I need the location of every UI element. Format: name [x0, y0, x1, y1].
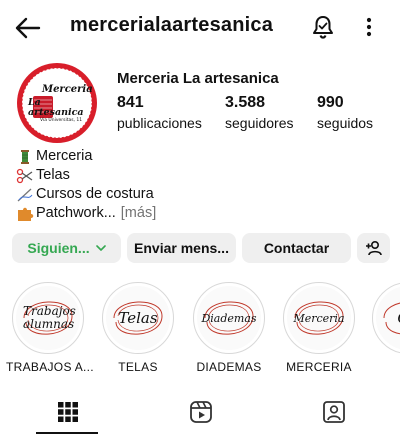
scissors-icon: [16, 168, 33, 183]
bio-text: Cursos de costura: [36, 186, 154, 202]
bio-text: Patchwork...: [36, 205, 116, 221]
message-button[interactable]: Enviar mens...: [127, 233, 236, 263]
profile-tabs: [0, 390, 400, 434]
contact-button[interactable]: Contactar: [242, 233, 351, 263]
highlight-cover: Telas: [106, 286, 170, 350]
avatar[interactable]: Merceria La artesanica Via Universitas, …: [16, 62, 98, 144]
arrow-left-icon[interactable]: [14, 14, 42, 42]
highlight-partial[interactable]: Cu CA: [366, 282, 400, 374]
highlight-label: TRABAJOS A...: [6, 360, 94, 374]
profile-stats: 841 publicaciones 3.588 seguidores 990 s…: [117, 94, 392, 138]
highlight-ring: Cu: [372, 282, 400, 354]
profile-actions: Siguien... Enviar mens... Contactar: [12, 233, 390, 263]
highlight-ring: Trabajos alumnas: [12, 282, 84, 354]
profile-bio: Merceria Telas Cursos de costura Patchwo…: [16, 147, 386, 223]
story-highlights: Trabajos alumnas TRABAJOS A... Telas TEL…: [0, 282, 400, 374]
highlight-label: TELAS: [118, 360, 158, 374]
profile-display-name: Merceria La artesanica: [117, 70, 279, 87]
highlight-ring: Telas: [102, 282, 174, 354]
following-button[interactable]: Siguien...: [12, 233, 121, 263]
stat-label: publicaciones: [117, 115, 202, 131]
avatar-text-bottom: Via Universitas, 11: [40, 118, 83, 123]
stat-followers[interactable]: 3.588 seguidores: [225, 94, 294, 131]
thread-spool-icon: [21, 149, 29, 164]
highlight-cover: Merceria: [287, 286, 351, 350]
bio-line: Merceria: [16, 147, 386, 166]
stat-value: 841: [117, 94, 144, 111]
avatar-text-mid: La artesanica: [28, 97, 84, 118]
highlight-merceria[interactable]: Merceria MERCERIA: [277, 282, 361, 374]
puzzle-icon: [18, 207, 34, 221]
avatar-text-top: Merceria: [42, 84, 93, 95]
highlight-label: CA: [366, 360, 400, 374]
bio-text: Telas: [36, 167, 70, 183]
grid-icon[interactable]: [54, 398, 82, 426]
highlight-cover: Cu: [376, 286, 400, 350]
bio-line: Telas: [16, 166, 386, 185]
add-user-button[interactable]: [357, 233, 390, 263]
highlight-title: Telas: [118, 308, 158, 327]
highlight-ring: Merceria: [283, 282, 355, 354]
profile-username: mercerialaartesanica: [70, 14, 274, 36]
highlight-scribble: [383, 302, 400, 335]
chevron-down-icon: [95, 245, 106, 251]
more-vertical-icon[interactable]: [358, 14, 380, 40]
needle-icon: [17, 188, 33, 201]
stat-posts[interactable]: 841 publicaciones: [117, 94, 202, 131]
highlight-ring: Diademas: [193, 282, 265, 354]
highlight-cover: Trabajos alumnas: [16, 286, 80, 350]
bio-line: Cursos de costura: [16, 185, 386, 204]
stat-following[interactable]: 990 seguidos: [317, 94, 373, 131]
stat-label: seguidos: [317, 115, 374, 131]
bio-text: Merceria: [36, 148, 93, 164]
highlight-trabajos[interactable]: Trabajos alumnas TRABAJOS A...: [6, 282, 94, 374]
highlight-label: MERCERIA: [286, 360, 352, 374]
highlight-title: Merceria: [293, 311, 345, 325]
stat-value: 990: [317, 94, 344, 111]
highlight-telas[interactable]: Telas TELAS: [96, 282, 180, 374]
message-label: Enviar mens...: [134, 240, 229, 256]
add-user-icon: [365, 240, 382, 256]
highlight-label: DIADEMAS: [196, 360, 262, 374]
tagged-icon[interactable]: [320, 398, 348, 426]
contact-label: Contactar: [263, 240, 330, 256]
bell-icon[interactable]: [310, 14, 336, 40]
highlight-title: Diademas: [201, 311, 257, 325]
reels-icon[interactable]: [187, 398, 215, 426]
top-bar: mercerialaartesanica: [0, 0, 400, 56]
highlight-title: Trabajos alumnas: [23, 304, 76, 331]
stat-label: seguidores: [225, 115, 294, 131]
bio-more-link[interactable]: [más]: [121, 204, 156, 223]
stat-value: 3.588: [225, 94, 266, 111]
highlight-diademas[interactable]: Diademas DIADEMAS: [187, 282, 271, 374]
bio-line: Patchwork... [más]: [16, 204, 386, 223]
following-label: Siguien...: [27, 240, 90, 256]
highlight-cover: Diademas: [197, 286, 261, 350]
